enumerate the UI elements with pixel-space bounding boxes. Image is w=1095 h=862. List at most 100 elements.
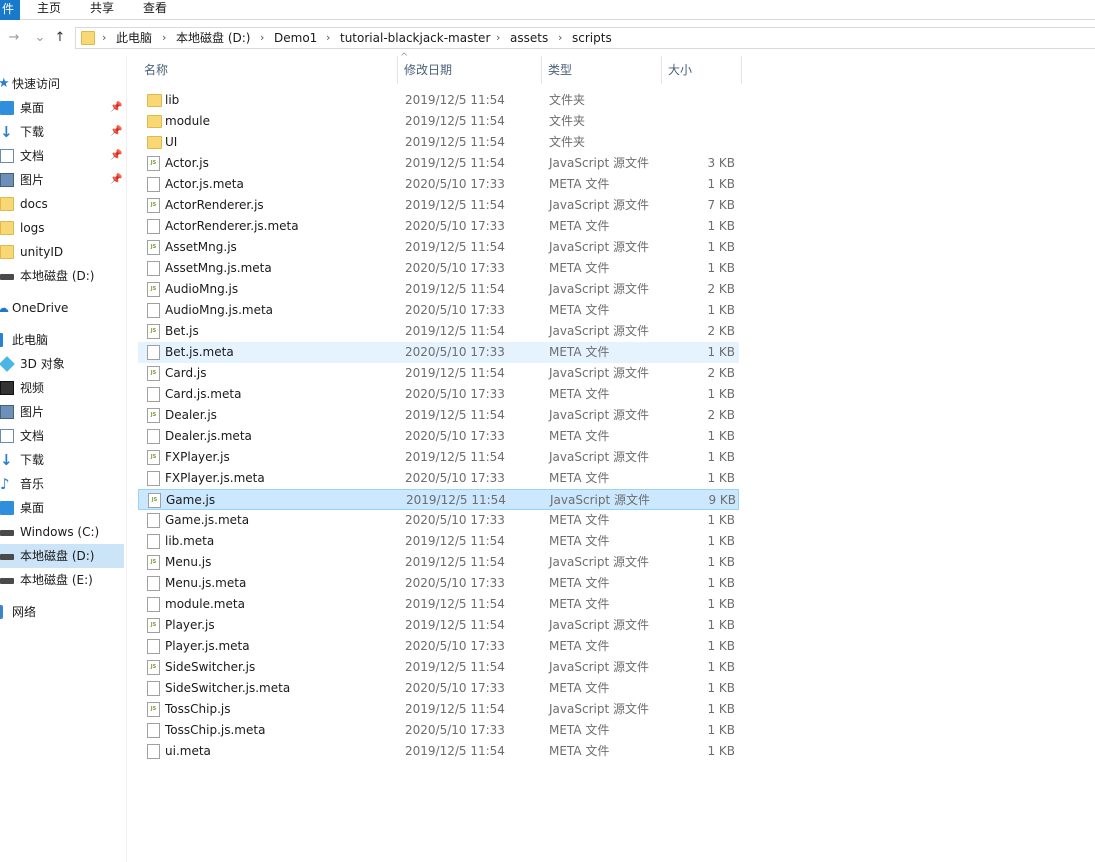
file-row[interactable]: UI 2019/12/5 11:54 文件夹 — [138, 132, 739, 153]
file-row[interactable]: ui.meta 2019/12/5 11:54 META 文件 1 KB — [138, 741, 739, 762]
file-row[interactable]: JS Actor.js 2019/12/5 11:54 JavaScript 源文件 3… — [138, 153, 739, 174]
file-row[interactable]: JS Game.js 2019/12/5 11:54 JavaScript 源文件 9 … — [138, 489, 739, 510]
breadcrumb-separator-icon[interactable]: › — [260, 30, 264, 46]
nav-drive-c[interactable]: Windows (C:) — [0, 520, 124, 544]
file-icon — [147, 303, 160, 318]
file-row[interactable]: JS Card.js 2019/12/5 11:54 JavaScript 源文件 2 … — [138, 363, 739, 384]
pin-icon[interactable]: 📌 — [110, 168, 122, 192]
nav-onedrive[interactable]: ☁ OneDrive — [0, 296, 124, 320]
file-row[interactable]: JS SideSwitcher.js 2019/12/5 11:54 JavaScri… — [138, 657, 739, 678]
file-row[interactable]: JS FXPlayer.js 2019/12/5 11:54 JavaScript 源… — [138, 447, 739, 468]
file-row[interactable]: TossChip.js.meta 2020/5/10 17:33 META 文件 1 … — [138, 720, 739, 741]
pin-icon[interactable]: 📌 — [110, 96, 122, 120]
file-row[interactable]: AssetMng.js.meta 2020/5/10 17:33 META 文件 1 … — [138, 258, 739, 279]
nav-desktop[interactable]: 桌面 📌 — [0, 96, 124, 120]
file-row[interactable]: AudioMng.js.meta 2020/5/10 17:33 META 文件 1 … — [138, 300, 739, 321]
file-row[interactable]: JS Dealer.js 2019/12/5 11:54 JavaScript 源文件… — [138, 405, 739, 426]
file-name: SideSwitcher.js — [165, 660, 256, 674]
nav-documents[interactable]: 文档 📌 — [0, 144, 124, 168]
nav-pictures[interactable]: 图片 📌 — [0, 168, 124, 192]
file-row[interactable]: FXPlayer.js.meta 2020/5/10 17:33 META 文件 1 … — [138, 468, 739, 489]
navigation-row: → ⌄ ↑ › 此电脑 › 本地磁盘 (D:) › Demo1 › tutori… — [0, 20, 1095, 56]
file-name: lib.meta — [165, 534, 215, 548]
nav-music[interactable]: ♪ 音乐 — [0, 472, 124, 496]
breadcrumb-scripts[interactable]: scripts — [572, 30, 612, 46]
nav-3d-objects[interactable]: 3D 对象 — [0, 352, 124, 376]
address-bar[interactable]: › 此电脑 › 本地磁盘 (D:) › Demo1 › tutorial-bla… — [75, 27, 1095, 49]
breadcrumb-separator-icon[interactable]: › — [162, 30, 166, 46]
breadcrumb-separator-icon[interactable]: › — [326, 30, 330, 46]
file-row[interactable]: Card.js.meta 2020/5/10 17:33 META 文件 1 KB — [138, 384, 739, 405]
column-header-type[interactable]: 类型 — [542, 56, 662, 84]
column-header-name[interactable]: 名称 — [138, 56, 398, 84]
file-row[interactable]: lib 2019/12/5 11:54 文件夹 — [138, 90, 739, 111]
file-row[interactable]: module.meta 2019/12/5 11:54 META 文件 1 KB — [138, 594, 739, 615]
nav-pc-desktop[interactable]: 桌面 — [0, 496, 124, 520]
ribbon-bar: 件 主页 共享 查看 — [0, 0, 1095, 20]
file-row[interactable]: JS ActorRenderer.js 2019/12/5 11:54 JavaScr… — [138, 195, 739, 216]
file-row[interactable]: JS AssetMng.js 2019/12/5 11:54 JavaScript 源… — [138, 237, 739, 258]
file-name: ui.meta — [165, 744, 211, 758]
file-type: META 文件 — [549, 219, 610, 233]
file-row[interactable]: lib.meta 2019/12/5 11:54 META 文件 1 KB — [138, 531, 739, 552]
breadcrumb-tutorial[interactable]: tutorial-blackjack-master — [340, 30, 490, 46]
file-row[interactable]: Menu.js.meta 2020/5/10 17:33 META 文件 1 KB — [138, 573, 739, 594]
nav-downloads[interactable]: ↓ 下载 📌 — [0, 120, 124, 144]
nav-drive-e[interactable]: 本地磁盘 (E:) — [0, 568, 124, 592]
file-row[interactable]: JS TossChip.js 2019/12/5 11:54 JavaScript 源… — [138, 699, 739, 720]
nav-drive-d[interactable]: 本地磁盘 (D:) — [0, 544, 124, 568]
nav-docs-folder[interactable]: docs — [0, 192, 124, 216]
file-type: JavaScript 源文件 — [549, 702, 649, 716]
tab-share[interactable]: 共享 — [90, 0, 114, 20]
column-header-size[interactable]: 大小 — [662, 56, 742, 84]
nav-pc-pictures[interactable]: 图片 — [0, 400, 124, 424]
file-date-modified: 2019/12/5 11:54 — [405, 597, 505, 611]
file-name: TossChip.js — [165, 702, 231, 716]
file-date-modified: 2019/12/5 11:54 — [405, 660, 505, 674]
breadcrumb-separator-icon[interactable]: › — [102, 30, 106, 46]
breadcrumb-separator-icon[interactable]: › — [496, 30, 500, 46]
file-row[interactable]: JS Menu.js 2019/12/5 11:54 JavaScript 源文件 1 … — [138, 552, 739, 573]
pin-icon[interactable]: 📌 — [110, 144, 122, 168]
breadcrumb-drive-d[interactable]: 本地磁盘 (D:) — [176, 30, 250, 46]
file-row[interactable]: Actor.js.meta 2020/5/10 17:33 META 文件 1 KB — [138, 174, 739, 195]
file-row[interactable]: ActorRenderer.js.meta 2020/5/10 17:33 META… — [138, 216, 739, 237]
file-row[interactable]: Bet.js.meta 2020/5/10 17:33 META 文件 1 KB — [138, 342, 739, 363]
nav-unityid-folder[interactable]: unityID — [0, 240, 124, 264]
nav-videos[interactable]: 视频 — [0, 376, 124, 400]
breadcrumb-this-pc[interactable]: 此电脑 — [116, 30, 152, 46]
column-header-date[interactable]: 修改日期 — [398, 56, 542, 84]
file-row[interactable]: module 2019/12/5 11:54 文件夹 — [138, 111, 739, 132]
breadcrumb-separator-icon[interactable]: › — [558, 30, 562, 46]
tab-file[interactable]: 件 — [0, 0, 20, 20]
file-date-modified: 2019/12/5 11:54 — [405, 135, 505, 149]
file-row[interactable]: Player.js.meta 2020/5/10 17:33 META 文件 1 KB — [138, 636, 739, 657]
nav-logs-folder[interactable]: logs — [0, 216, 124, 240]
breadcrumb-demo1[interactable]: Demo1 — [274, 30, 317, 46]
recent-locations-chevron-icon[interactable]: ⌄ — [32, 30, 48, 46]
file-row[interactable]: SideSwitcher.js.meta 2020/5/10 17:33 META … — [138, 678, 739, 699]
file-size: 1 KB — [707, 555, 735, 569]
tab-view[interactable]: 查看 — [143, 0, 167, 20]
pane-divider[interactable] — [126, 56, 127, 862]
file-row[interactable]: JS Player.js 2019/12/5 11:54 JavaScript 源文件… — [138, 615, 739, 636]
picture-icon — [0, 173, 14, 187]
nav-pc-downloads[interactable]: ↓ 下载 — [0, 448, 124, 472]
breadcrumb-assets[interactable]: assets — [510, 30, 548, 46]
file-row[interactable]: JS AudioMng.js 2019/12/5 11:54 JavaScript 源… — [138, 279, 739, 300]
nav-this-pc[interactable]: 此电脑 — [0, 328, 124, 352]
tab-home[interactable]: 主页 — [37, 0, 61, 20]
file-row[interactable]: JS Bet.js 2019/12/5 11:54 JavaScript 源文件 2 K… — [138, 321, 739, 342]
nav-quick-drive-d[interactable]: 本地磁盘 (D:) — [0, 264, 124, 288]
forward-arrow-icon[interactable]: → — [6, 30, 22, 46]
nav-pc-documents[interactable]: 文档 — [0, 424, 124, 448]
pin-icon[interactable]: 📌 — [110, 120, 122, 144]
nav-network[interactable]: 网络 — [0, 600, 124, 624]
file-row[interactable]: Game.js.meta 2020/5/10 17:33 META 文件 1 KB — [138, 510, 739, 531]
file-size: 1 KB — [707, 513, 735, 527]
nav-quick-access[interactable]: ★ 快速访问 — [0, 72, 124, 96]
file-row[interactable]: Dealer.js.meta 2020/5/10 17:33 META 文件 1 KB — [138, 426, 739, 447]
file-date-modified: 2020/5/10 17:33 — [405, 471, 505, 485]
up-arrow-icon[interactable]: ↑ — [52, 30, 68, 46]
download-arrow-icon: ↓ — [0, 451, 13, 469]
